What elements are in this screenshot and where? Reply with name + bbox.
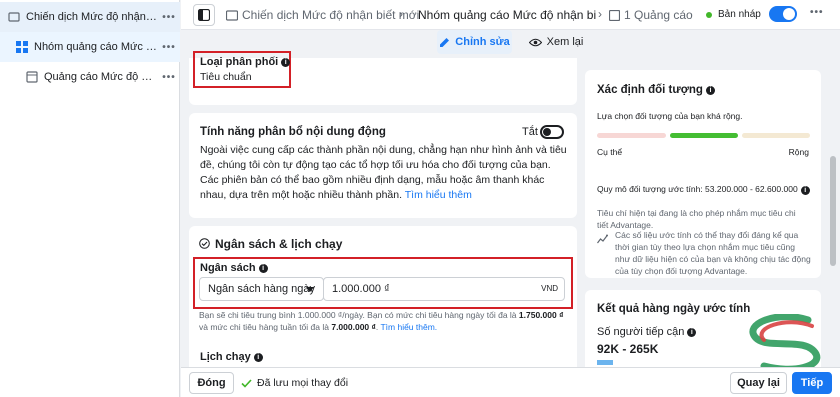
info-icon[interactable]: i	[281, 57, 291, 67]
budget-note-text: và mức chi tiêu hàng tuần tối đa là	[199, 322, 329, 332]
reach-label: Số người tiếp cận i	[597, 326, 697, 338]
audience-meter-broad	[742, 133, 810, 138]
info-icon[interactable]: i	[705, 85, 715, 95]
adset-grid-icon	[16, 41, 28, 53]
more-options-icon[interactable]: •••	[158, 72, 180, 83]
audience-variance-note: Các số liệu ước tính có thể thay đổi đán…	[615, 230, 811, 276]
budget-schedule-title: Ngân sách & lịch chạy	[215, 237, 343, 251]
reach-label-text: Số người tiếp cận	[597, 326, 685, 338]
scrollbar-thumb[interactable]	[830, 156, 836, 266]
pencil-icon	[440, 37, 450, 47]
info-icon[interactable]: i	[258, 263, 268, 273]
delivery-type-label: Loại phân phối i	[200, 56, 291, 68]
more-options-icon[interactable]: •••	[158, 12, 180, 23]
more-options-icon[interactable]: •••	[158, 42, 180, 53]
next-button[interactable]: Tiếp	[792, 372, 832, 394]
reach-meter	[597, 360, 613, 365]
sidebar-item-adset[interactable]: Nhóm quảng cáo Mức độ nhận biết mới •••	[0, 32, 180, 62]
campaign-folder-icon	[226, 9, 238, 21]
check-circle-icon	[199, 238, 210, 249]
eye-icon	[528, 38, 542, 46]
breadcrumb-adset[interactable]: Nhóm quảng cáo Mức độ nhận biết	[414, 8, 596, 22]
bottom-action-bar: Đóng Đã lưu mọi thay đổi Quay lại Tiếp	[181, 367, 840, 397]
save-status: Đã lưu mọi thay đổi	[241, 377, 348, 389]
learn-more-link[interactable]: Tìm hiểu thêm.	[380, 322, 437, 332]
audience-criteria-note: Tiêu chí hiện tại đang là cho phép nhắm …	[597, 208, 796, 230]
toggle-sidebar-button[interactable]	[193, 4, 215, 26]
breadcrumb-campaign[interactable]: Chiến dịch Mức độ nhận biết mới	[226, 8, 419, 22]
reach-value: 92K - 265K	[597, 342, 659, 356]
audience-size: Quy mô đối tượng ước tính: 53.200.000 - …	[597, 183, 810, 195]
dynamic-toggle-label: Tắt	[522, 126, 538, 138]
budget-note-text: Bạn sẽ chi tiêu trung bình 1.000.000 ₫/n…	[199, 310, 517, 320]
save-status-text: Đã lưu mọi thay đổi	[257, 377, 349, 389]
campaign-tree-sidebar: Chiến dịch Mức độ nhận biết mới ••• Nhóm…	[0, 0, 180, 397]
daily-results-title: Kết quả hàng ngày ước tính	[597, 303, 751, 315]
sidebar-item-label: Quảng cáo Mức độ nhận biết mới	[44, 71, 158, 83]
campaign-folder-icon	[8, 11, 20, 23]
audience-subtitle: Lựa chọn đối tượng của bạn khá rộng.	[597, 111, 743, 121]
sidebar-item-ad[interactable]: Quảng cáo Mức độ nhận biết mới •••	[0, 62, 180, 92]
budget-type-dropdown[interactable]: Ngân sách hàng ngày	[199, 277, 324, 301]
audience-title-text: Xác định đối tượng	[597, 84, 703, 96]
audience-meter-defined	[670, 133, 738, 138]
dynamic-creative-toggle[interactable]	[540, 125, 564, 139]
budget-max-weekly: 7.000.000 ₫	[331, 322, 376, 332]
learn-more-link[interactable]: Tìm hiểu thêm	[405, 189, 472, 201]
tab-review-label: Xem lại	[546, 36, 584, 48]
breadcrumb-campaign-label: Chiến dịch Mức độ nhận biết mới	[242, 8, 420, 22]
panel-icon	[198, 9, 210, 21]
audience-right-label: Rộng	[788, 147, 809, 157]
right-scrollbar[interactable]	[829, 60, 837, 365]
budget-note: Bạn sẽ chi tiêu trung bình 1.000.000 ₫/n…	[199, 310, 564, 332]
budget-max-daily: 1.750.000 ₫	[518, 310, 564, 320]
schedule-label-text: Lịch chạy	[200, 351, 251, 363]
currency-label: VND	[541, 284, 558, 293]
tab-edit[interactable]: Chỉnh sửa	[437, 30, 512, 54]
draft-status: Bản nháp	[706, 9, 761, 20]
ad-page-icon	[26, 71, 38, 83]
audience-title: Xác định đối tượng i	[597, 84, 715, 96]
delivery-type-label-text: Loại phân phối	[200, 56, 279, 68]
trend-icon	[597, 234, 608, 244]
audience-meter-specific	[597, 133, 666, 138]
sidebar-item-campaign[interactable]: Chiến dịch Mức độ nhận biết mới •••	[0, 2, 180, 32]
budget-label-text: Ngân sách	[200, 262, 256, 274]
more-options-icon[interactable]: •••	[810, 7, 824, 18]
draft-status-dot-icon	[706, 11, 712, 18]
caret-down-icon	[306, 287, 314, 292]
draft-toggle[interactable]	[769, 6, 797, 22]
budget-amount-input[interactable]: 1.000.000 ₫ VND	[323, 277, 565, 301]
draft-label: Bản nháp	[718, 9, 761, 20]
breadcrumb-separator: ›	[598, 7, 602, 21]
breadcrumb-ads[interactable]: 1 Quảng cáo	[609, 8, 693, 22]
budget-label: Ngân sách i	[200, 262, 268, 274]
dynamic-creative-card: Tính năng phân bổ nội dung động Tắt Ngoà…	[189, 113, 577, 218]
schedule-label: Lịch chạy i	[200, 351, 263, 363]
watermark-logo	[749, 314, 821, 372]
info-icon[interactable]: i	[800, 186, 810, 195]
dynamic-description-text: Ngoài việc cung cấp các thành phần nội d…	[200, 144, 567, 201]
breadcrumb-ads-label: 1 Quảng cáo	[624, 8, 693, 22]
audience-size-text: Quy mô đối tượng ước tính: 53.200.000 - …	[597, 184, 798, 194]
tab-review[interactable]: Xem lại	[521, 30, 591, 54]
dynamic-creative-title: Tính năng phân bổ nội dung động	[200, 126, 386, 138]
audience-definition-card: Xác định đối tượng i Lựa chọn đối tượng c…	[585, 70, 821, 278]
breadcrumb-separator: ›	[399, 7, 403, 21]
delivery-type-value: Tiêu chuẩn	[200, 71, 252, 83]
checkmark-icon	[241, 378, 252, 388]
info-icon[interactable]: i	[687, 327, 697, 337]
budget-type-value: Ngân sách hàng ngày	[208, 283, 316, 295]
budget-amount-value: 1.000.000 ₫	[332, 283, 390, 295]
dynamic-creative-description: Ngoài việc cung cấp các thành phần nội d…	[200, 143, 570, 203]
breadcrumb-adset-label: Nhóm quảng cáo Mức độ nhận biết	[418, 8, 596, 22]
info-icon[interactable]: i	[253, 352, 263, 362]
sidebar-item-label: Nhóm quảng cáo Mức độ nhận biết mới	[34, 41, 158, 53]
close-button[interactable]: Đóng	[189, 372, 234, 394]
tab-edit-label: Chỉnh sửa	[455, 36, 510, 48]
sidebar-item-label: Chiến dịch Mức độ nhận biết mới	[26, 11, 158, 23]
audience-left-label: Cụ thể	[597, 147, 623, 157]
back-button[interactable]: Quay lại	[730, 372, 787, 394]
ad-page-icon	[609, 9, 620, 21]
